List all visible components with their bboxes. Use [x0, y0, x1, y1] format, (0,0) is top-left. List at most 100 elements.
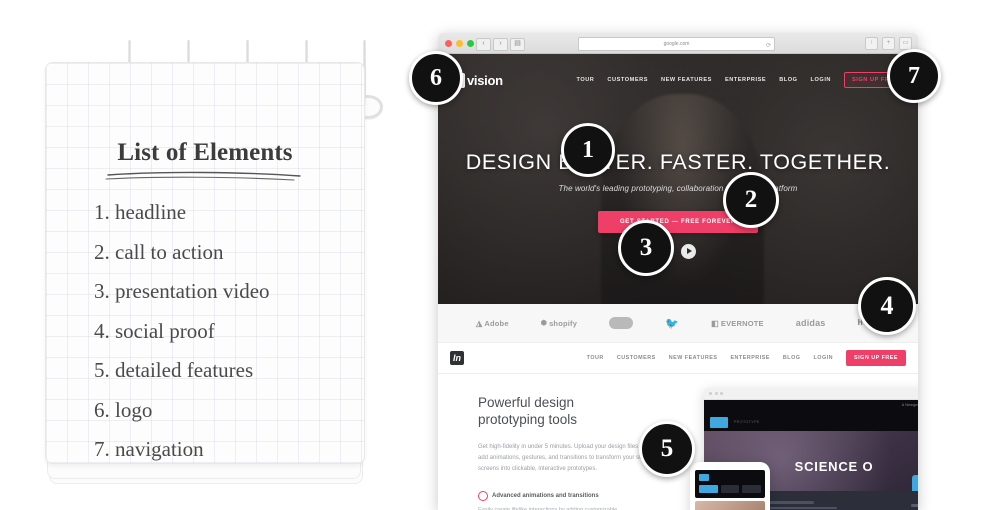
phone-mockup: [690, 462, 770, 510]
list-item: 7. navigation: [94, 437, 204, 461]
invision-logo-text: vision: [467, 72, 503, 88]
mockup-announcement-text: A Newgen Templates Highlight: [901, 403, 918, 407]
logo-salesforce: [609, 317, 634, 329]
hero-content: DESIGN BETTER. FASTER. TOGETHER. The wor…: [438, 150, 918, 233]
logo-twitter: 🐦: [665, 317, 680, 330]
nav2-item-enterprise[interactable]: ENTERPRISE: [730, 355, 769, 361]
callout-badge-1-number: 1: [582, 136, 594, 163]
list-item: 2. call to action: [94, 239, 224, 264]
list-item: 5. detailed features: [94, 358, 254, 382]
hero-subheadline: The world's leading prototyping, collabo…: [558, 184, 798, 193]
callout-badge-7: 7: [887, 49, 941, 103]
nav-item-tour[interactable]: TOUR: [576, 77, 594, 83]
signup-free-button-secondary[interactable]: SIGN UP FREE: [846, 350, 906, 366]
phone-logo: [699, 474, 709, 481]
back-icon[interactable]: ‹: [476, 38, 491, 51]
social-proof-strip: Adobe shopify 🐦 EVERNOTE adidas HUGE: [438, 304, 918, 343]
mockup-announcement-bar: A Newgen Templates Highlight: [704, 400, 918, 413]
notepad-title: List of Elements: [117, 139, 293, 166]
callout-badge-6: 6: [409, 51, 463, 105]
logo-adobe: Adobe: [476, 319, 509, 328]
address-bar[interactable]: google.com ⟳: [578, 37, 775, 51]
callout-badge-3: 3: [618, 220, 674, 276]
invision-logo-mark-secondary[interactable]: In: [450, 351, 464, 365]
browser-chrome-bar: ‹ › ▤ google.com ⟳ ↑ + ▭: [438, 33, 918, 54]
elements-list: 1. headline 2. call to action 3. present…: [94, 193, 350, 463]
list-item: 4. social proof: [94, 318, 215, 343]
nav-item-login[interactable]: LOGIN: [811, 77, 831, 83]
minimize-window-button[interactable]: [456, 40, 463, 47]
reload-icon[interactable]: ⟳: [766, 40, 771, 52]
close-window-button[interactable]: [445, 40, 452, 47]
features-heading-line2: prototyping tools: [478, 412, 578, 427]
paper-stack: List of Elements 1. headline 2. call to …: [45, 62, 365, 484]
nav2-links: TOUR CUSTOMERS NEW FEATURES ENTERPRISE B…: [587, 350, 906, 366]
maximize-window-button[interactable]: [467, 40, 474, 47]
mockup-logo: [710, 416, 728, 428]
tabs-overview-icon[interactable]: ▭: [899, 37, 912, 50]
callout-badge-3-number: 3: [639, 234, 653, 261]
url-text: google.com: [663, 41, 690, 47]
features-sub-body: Easily create lifelike interactions by a…: [478, 507, 618, 510]
feature-bullet-icon: [478, 491, 488, 501]
logo-evernote: EVERNOTE: [711, 319, 764, 328]
callout-badge-6-number: 6: [430, 64, 442, 91]
title-underline-sketch: [105, 171, 301, 181]
phone-photo: [695, 501, 765, 510]
callout-badge-4: 4: [858, 277, 916, 335]
phone-tabs: [699, 485, 762, 493]
mockup-window-controls: [709, 392, 723, 395]
features-heading: Powerful design prototyping tools: [478, 394, 658, 428]
features-body: Get high-fidelity in under 5 minutes. Up…: [478, 444, 651, 472]
phone-screen-header: [695, 470, 765, 498]
callout-badge-2: 2: [723, 172, 779, 228]
mockup-card-action-line: [911, 504, 918, 507]
nav-item-new-features[interactable]: NEW FEATURES: [661, 77, 712, 83]
screenshot-canvas: List of Elements 1. headline 2. call to …: [0, 0, 1000, 510]
secondary-navigation: In TOUR CUSTOMERS NEW FEATURES ENTERPRIS…: [438, 343, 918, 374]
primary-navigation: In vision TOUR CUSTOMERS NEW FEATURES EN…: [438, 54, 918, 106]
nav-item-blog[interactable]: BLOG: [779, 77, 797, 83]
nav-item-customers[interactable]: CUSTOMERS: [607, 77, 648, 83]
features-subheading: Advanced animations and transitions: [492, 493, 599, 499]
play-icon[interactable]: [681, 244, 696, 259]
nav2-item-customers[interactable]: CUSTOMERS: [617, 355, 656, 361]
features-text-column: Powerful design prototyping tools Get hi…: [478, 394, 658, 510]
callout-badge-2-number: 2: [744, 186, 758, 213]
callout-badge-5-number: 5: [660, 435, 674, 462]
nav2-item-login[interactable]: LOGIN: [813, 355, 833, 361]
browser-nav-buttons[interactable]: ‹ › ▤: [476, 38, 525, 51]
callout-badge-5: 5: [639, 421, 695, 477]
hero-section: In vision TOUR CUSTOMERS NEW FEATURES EN…: [438, 54, 918, 304]
nav-item-enterprise[interactable]: ENTERPRISE: [725, 77, 766, 83]
list-item: 6. logo: [94, 397, 153, 422]
list-item: 3. presentation video: [94, 279, 270, 303]
notepad-page: List of Elements 1. headline 2. call to …: [45, 62, 365, 464]
browser-toolbar-right[interactable]: ↑ + ▭: [865, 37, 912, 50]
mockup-titlebar: [704, 388, 918, 400]
window-controls[interactable]: [445, 40, 474, 47]
sidebar-icon[interactable]: ▤: [510, 38, 525, 51]
callout-badge-7-number: 7: [908, 62, 920, 89]
mockup-hero-text: SCIENCE O: [794, 459, 874, 474]
notepad: List of Elements 1. headline 2. call to …: [45, 40, 383, 484]
list-item: 1. headline: [94, 200, 187, 224]
nav2-item-tour[interactable]: TOUR: [587, 355, 604, 361]
callout-badge-4-number: 4: [880, 291, 894, 320]
nav2-item-blog[interactable]: BLOG: [783, 355, 801, 361]
features-subheading-row: Advanced animations and transitions: [478, 491, 658, 501]
phone-tab: [742, 485, 762, 493]
nav2-item-new-features[interactable]: NEW FEATURES: [669, 355, 718, 361]
nav-links: TOUR CUSTOMERS NEW FEATURES ENTERPRISE B…: [576, 72, 906, 88]
mockup-nav-label: PROTOTYPE: [734, 420, 760, 424]
phone-tab-active: [699, 485, 718, 493]
mockup-navbar: PROTOTYPE: [704, 413, 918, 431]
logo-adidas: adidas: [795, 318, 826, 328]
logo-shopify: shopify: [541, 319, 577, 328]
share-icon[interactable]: ↑: [865, 37, 878, 50]
forward-icon[interactable]: ›: [493, 38, 508, 51]
phone-tab: [720, 485, 740, 493]
add-tab-icon[interactable]: +: [882, 37, 895, 50]
features-heading-line1: Powerful design: [478, 395, 575, 410]
callout-badge-1: 1: [561, 123, 615, 177]
